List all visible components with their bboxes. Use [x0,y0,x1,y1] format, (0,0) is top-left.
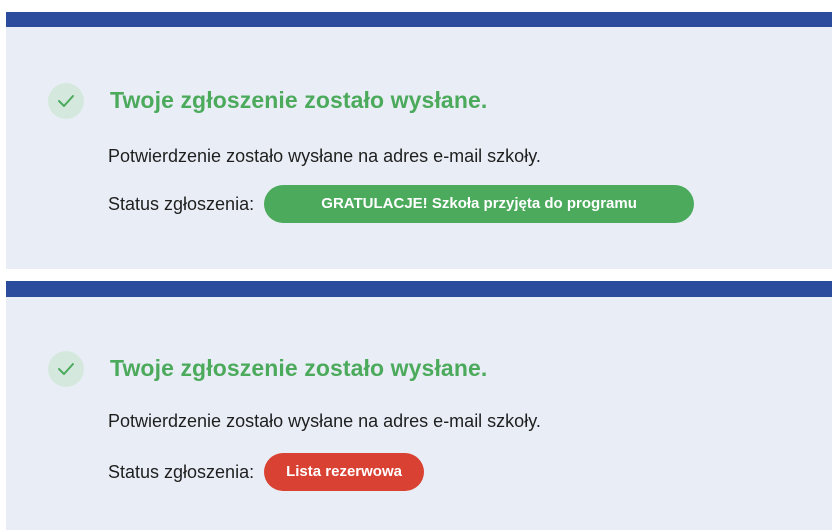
confirmation-panel-reserve: Twoje zgłoszenie zostało wysłane. Potwie… [6,281,832,530]
confirmation-panel-accepted: Twoje zgłoszenie zostało wysłane. Potwie… [6,12,832,269]
confirmation-message: Potwierdzenie zostało wysłane na adres e… [108,146,541,166]
status-label: Status zgłoszenia: [108,461,255,482]
status-label: Status zgłoszenia: [108,193,255,214]
top-bar [6,281,832,297]
confirmation-message: Potwierdzenie zostało wysłane na adres e… [108,411,541,431]
status-badge-reserve: Lista rezerwowa [264,453,424,491]
status-badge-accepted: GRATULACJE! Szkoła przyjęta do programu [264,185,695,223]
top-bar [6,12,832,27]
confirmation-title: Twoje zgłoszenie zostało wysłane. [110,355,488,381]
status-row: Status zgłoszenia: Lista rezerwowa [108,453,424,491]
status-row: Status zgłoszenia: GRATULACJE! Szkoła pr… [108,185,695,223]
check-icon [48,351,84,387]
confirmation-title: Twoje zgłoszenie zostało wysłane. [110,87,488,113]
check-icon [48,83,84,119]
